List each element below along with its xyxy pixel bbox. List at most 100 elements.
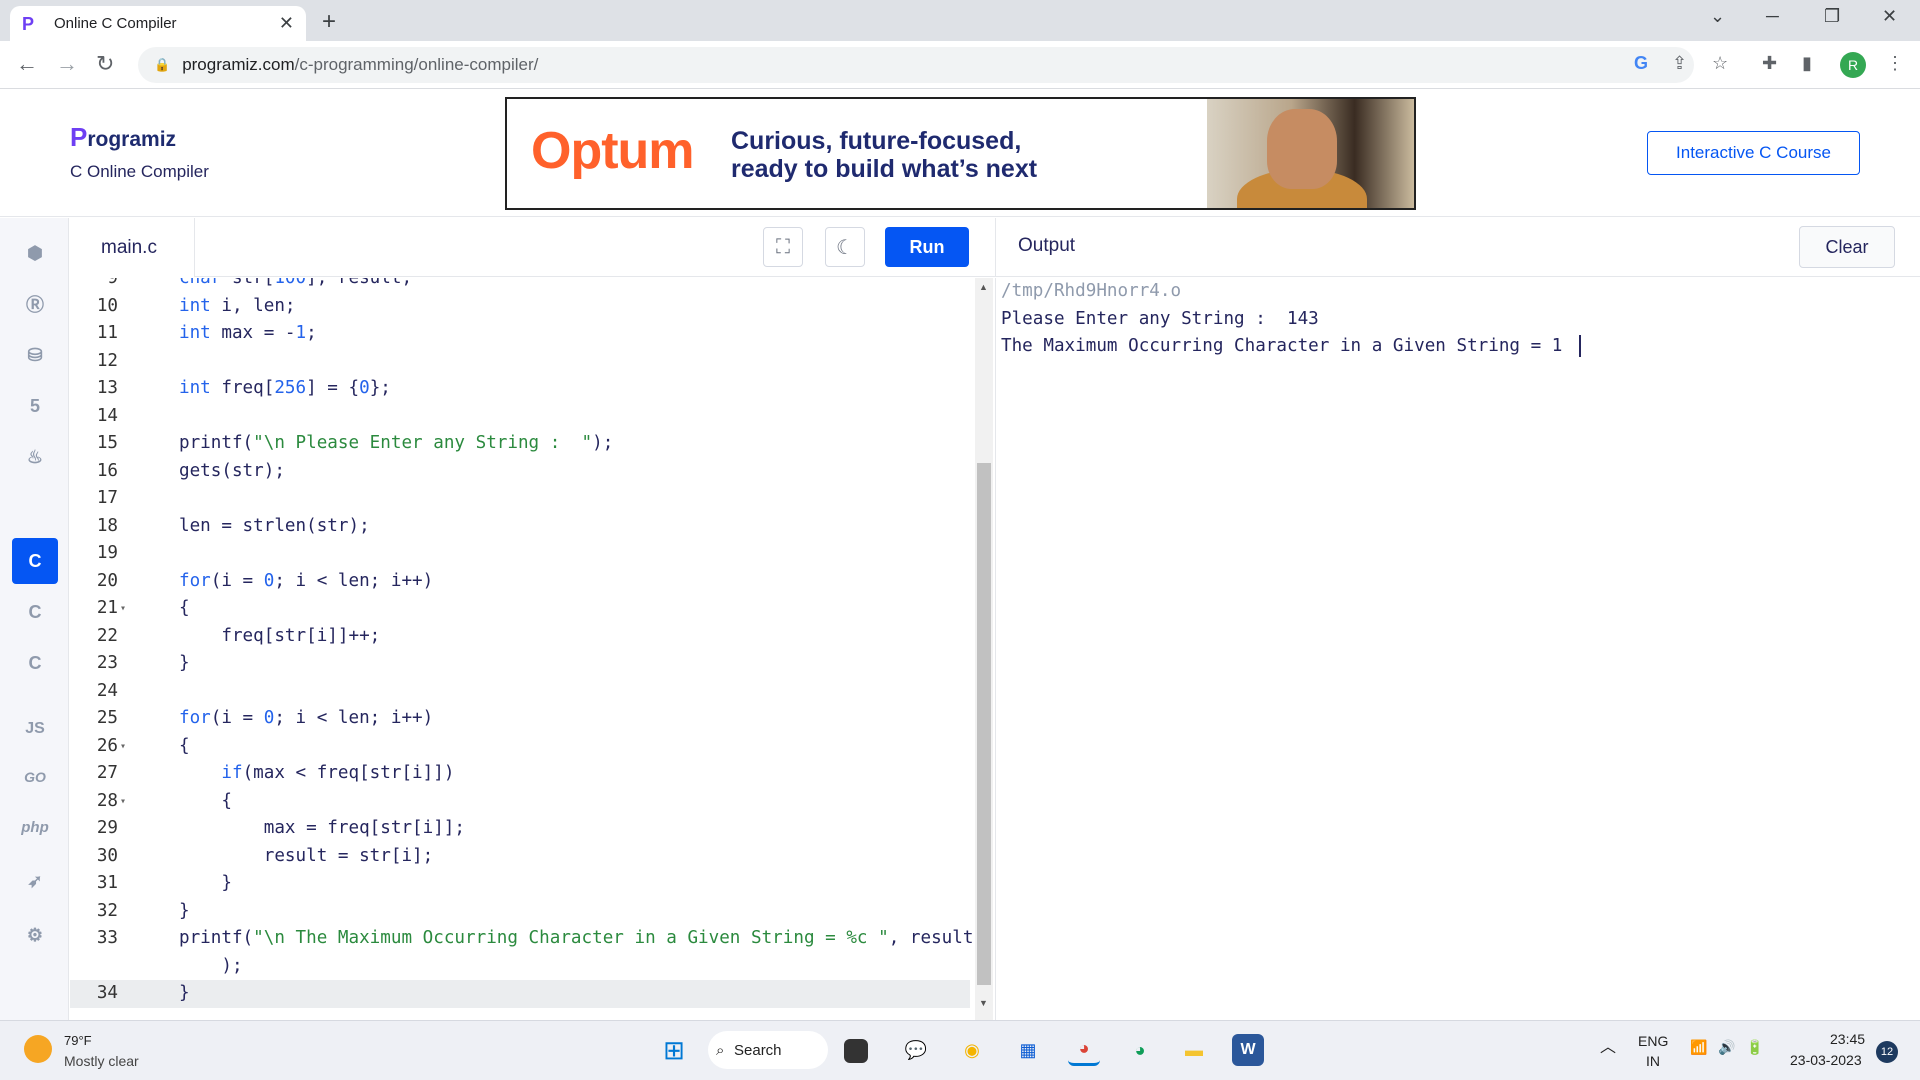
- code-line[interactable]: 31 }: [70, 870, 970, 898]
- store-icon[interactable]: ▦: [1012, 1034, 1044, 1066]
- notification-badge[interactable]: 12: [1876, 1041, 1898, 1063]
- language-indicator[interactable]: ENG: [1638, 1033, 1668, 1049]
- chrome-profile-s-icon[interactable]: ◕: [1124, 1034, 1156, 1066]
- google-icon[interactable]: G: [1634, 53, 1648, 74]
- code-line[interactable]: 9 char str[100], result;: [70, 278, 970, 293]
- html-icon[interactable]: 5: [12, 383, 58, 429]
- minimize-icon[interactable]: ─: [1766, 6, 1779, 27]
- code-line[interactable]: 13 int freq[256] = {0};: [70, 375, 970, 403]
- code-line[interactable]: 26 ▾ {: [70, 733, 970, 761]
- python-icon[interactable]: ⬢: [12, 230, 58, 276]
- code-line[interactable]: 20 for(i = 0; i < len; i++): [70, 568, 970, 596]
- battery-icon[interactable]: 🔋: [1746, 1039, 1763, 1056]
- word-icon[interactable]: W: [1232, 1034, 1264, 1066]
- js-icon[interactable]: JS: [12, 706, 58, 752]
- fold-arrow-icon[interactable]: ▾: [120, 595, 126, 623]
- run-button[interactable]: Run: [885, 227, 969, 267]
- close-window-icon[interactable]: ✕: [1882, 6, 1897, 27]
- sql-icon[interactable]: ⛁: [12, 332, 58, 378]
- fold-arrow-icon[interactable]: ▾: [120, 788, 126, 816]
- code-line[interactable]: 19: [70, 540, 970, 568]
- code-text: for(i = 0; i < len; i++): [179, 708, 434, 728]
- code-line[interactable]: 17: [70, 485, 970, 513]
- code-line[interactable]: 25 for(i = 0; i < len; i++): [70, 705, 970, 733]
- clock-date[interactable]: 23-03-2023: [1790, 1052, 1862, 1068]
- close-tab-icon[interactable]: ✕: [279, 13, 294, 34]
- browser-tab[interactable]: P Online C Compiler ✕: [10, 6, 306, 41]
- file-tab-main-c[interactable]: main.c: [70, 218, 195, 277]
- programiz-logo[interactable]: Programiz: [70, 122, 176, 153]
- ad-banner[interactable]: Optum Curious, future-focused, ready to b…: [505, 97, 1416, 210]
- clock-time[interactable]: 23:45: [1830, 1031, 1865, 1047]
- output-console[interactable]: /tmp/Rhd9Hnorr4.o Please Enter any Strin…: [995, 278, 1920, 1020]
- browser-app-icon[interactable]: ◉: [956, 1034, 988, 1066]
- weather-temperature[interactable]: 79°F: [64, 1033, 92, 1048]
- profile-avatar[interactable]: R: [1840, 52, 1866, 78]
- maximize-icon[interactable]: ❐: [1824, 6, 1840, 27]
- code-line[interactable]: 16 gets(str);: [70, 458, 970, 486]
- file-explorer-icon[interactable]: ▬: [1178, 1034, 1210, 1066]
- code-line[interactable]: 23}: [70, 650, 970, 678]
- weather-description[interactable]: Mostly clear: [64, 1053, 139, 1069]
- taskbar-search[interactable]: ⌕ Search: [708, 1031, 828, 1069]
- wifi-icon[interactable]: 📶: [1690, 1039, 1707, 1056]
- code-line[interactable]: 15 printf("\n Please Enter any String : "…: [70, 430, 970, 458]
- interactive-course-button[interactable]: Interactive C Course: [1647, 131, 1860, 175]
- clear-button[interactable]: Clear: [1799, 226, 1895, 268]
- code-line[interactable]: 29 max = freq[str[i]];: [70, 815, 970, 843]
- editor-scrollbar[interactable]: ▲ ▼: [975, 278, 993, 1020]
- go-icon[interactable]: GO: [12, 754, 58, 800]
- fold-arrow-icon[interactable]: ▾: [120, 733, 126, 761]
- teams-chat-icon[interactable]: 💬: [900, 1034, 932, 1066]
- code-editor[interactable]: 9 char str[100], result; 10 int i, len; 11 in…: [70, 278, 995, 1020]
- tab-search-chevron-icon[interactable]: ⌄: [1710, 6, 1725, 27]
- code-line[interactable]: 30 result = str[i];: [70, 843, 970, 871]
- extensions-icon[interactable]: ✚: [1762, 53, 1777, 74]
- code-line[interactable]: 10 int i, len;: [70, 293, 970, 321]
- reload-icon[interactable]: ↻: [96, 51, 114, 77]
- code-line[interactable]: 14: [70, 403, 970, 431]
- code-line[interactable]: );: [70, 953, 970, 981]
- code-line[interactable]: 21 ▾ {: [70, 595, 970, 623]
- php-icon[interactable]: php: [12, 804, 58, 850]
- share-icon[interactable]: ⇪: [1672, 53, 1687, 74]
- java-icon[interactable]: ♨: [12, 434, 58, 480]
- language-region[interactable]: IN: [1646, 1053, 1660, 1069]
- windows-start-icon[interactable]: ⊞: [658, 1034, 690, 1066]
- task-view-icon[interactable]: [844, 1039, 868, 1063]
- cpp-icon[interactable]: C: [12, 589, 58, 635]
- dark-mode-moon-icon[interactable]: ☾: [825, 227, 865, 267]
- code-line[interactable]: 22 freq[str[i]]++;: [70, 623, 970, 651]
- rust-icon[interactable]: ⚙: [12, 912, 58, 958]
- address-bar[interactable]: 🔒 programiz.com/c-programming/online-com…: [138, 47, 1694, 83]
- chrome-profile-r-icon[interactable]: ◕: [1068, 1034, 1100, 1066]
- scroll-thumb[interactable]: [977, 463, 991, 985]
- code-line[interactable]: 33 printf("\n The Maximum Occurring Chara…: [70, 925, 974, 953]
- tray-chevron-up-icon[interactable]: ︿: [1600, 1033, 1616, 1057]
- code-line[interactable]: 28 ▾ {: [70, 788, 970, 816]
- code-line[interactable]: 18 len = strlen(str);: [70, 513, 970, 541]
- menu-kebab-icon[interactable]: ⋮: [1886, 53, 1904, 74]
- r-icon[interactable]: Ⓡ: [12, 281, 58, 327]
- weather-moon-icon[interactable]: [24, 1035, 52, 1063]
- code-line[interactable]: 34}: [70, 980, 970, 1008]
- line-number: 23: [96, 653, 118, 673]
- c-icon[interactable]: C: [12, 538, 58, 584]
- forward-icon[interactable]: →: [56, 51, 78, 77]
- code-line[interactable]: 12: [70, 348, 970, 376]
- code-line[interactable]: 27 if(max < freq[str[i]]): [70, 760, 970, 788]
- code-line[interactable]: 11 int max = -1;: [70, 320, 970, 348]
- volume-icon[interactable]: 🔊: [1718, 1039, 1735, 1056]
- fullscreen-icon[interactable]: ⛶: [763, 227, 803, 267]
- csharp-icon[interactable]: C: [12, 640, 58, 686]
- code-line[interactable]: 24: [70, 678, 970, 706]
- code-line[interactable]: 32}: [70, 898, 970, 926]
- back-icon[interactable]: ←: [16, 51, 38, 77]
- swift-icon[interactable]: ➶: [12, 858, 58, 904]
- side-panel-icon[interactable]: ▮: [1802, 53, 1812, 74]
- scroll-down-icon[interactable]: ▼: [979, 998, 988, 1008]
- scroll-up-icon[interactable]: ▲: [979, 282, 988, 292]
- bookmark-star-icon[interactable]: ☆: [1712, 53, 1728, 74]
- new-tab-icon[interactable]: +: [322, 8, 336, 36]
- lock-icon[interactable]: 🔒: [154, 57, 170, 73]
